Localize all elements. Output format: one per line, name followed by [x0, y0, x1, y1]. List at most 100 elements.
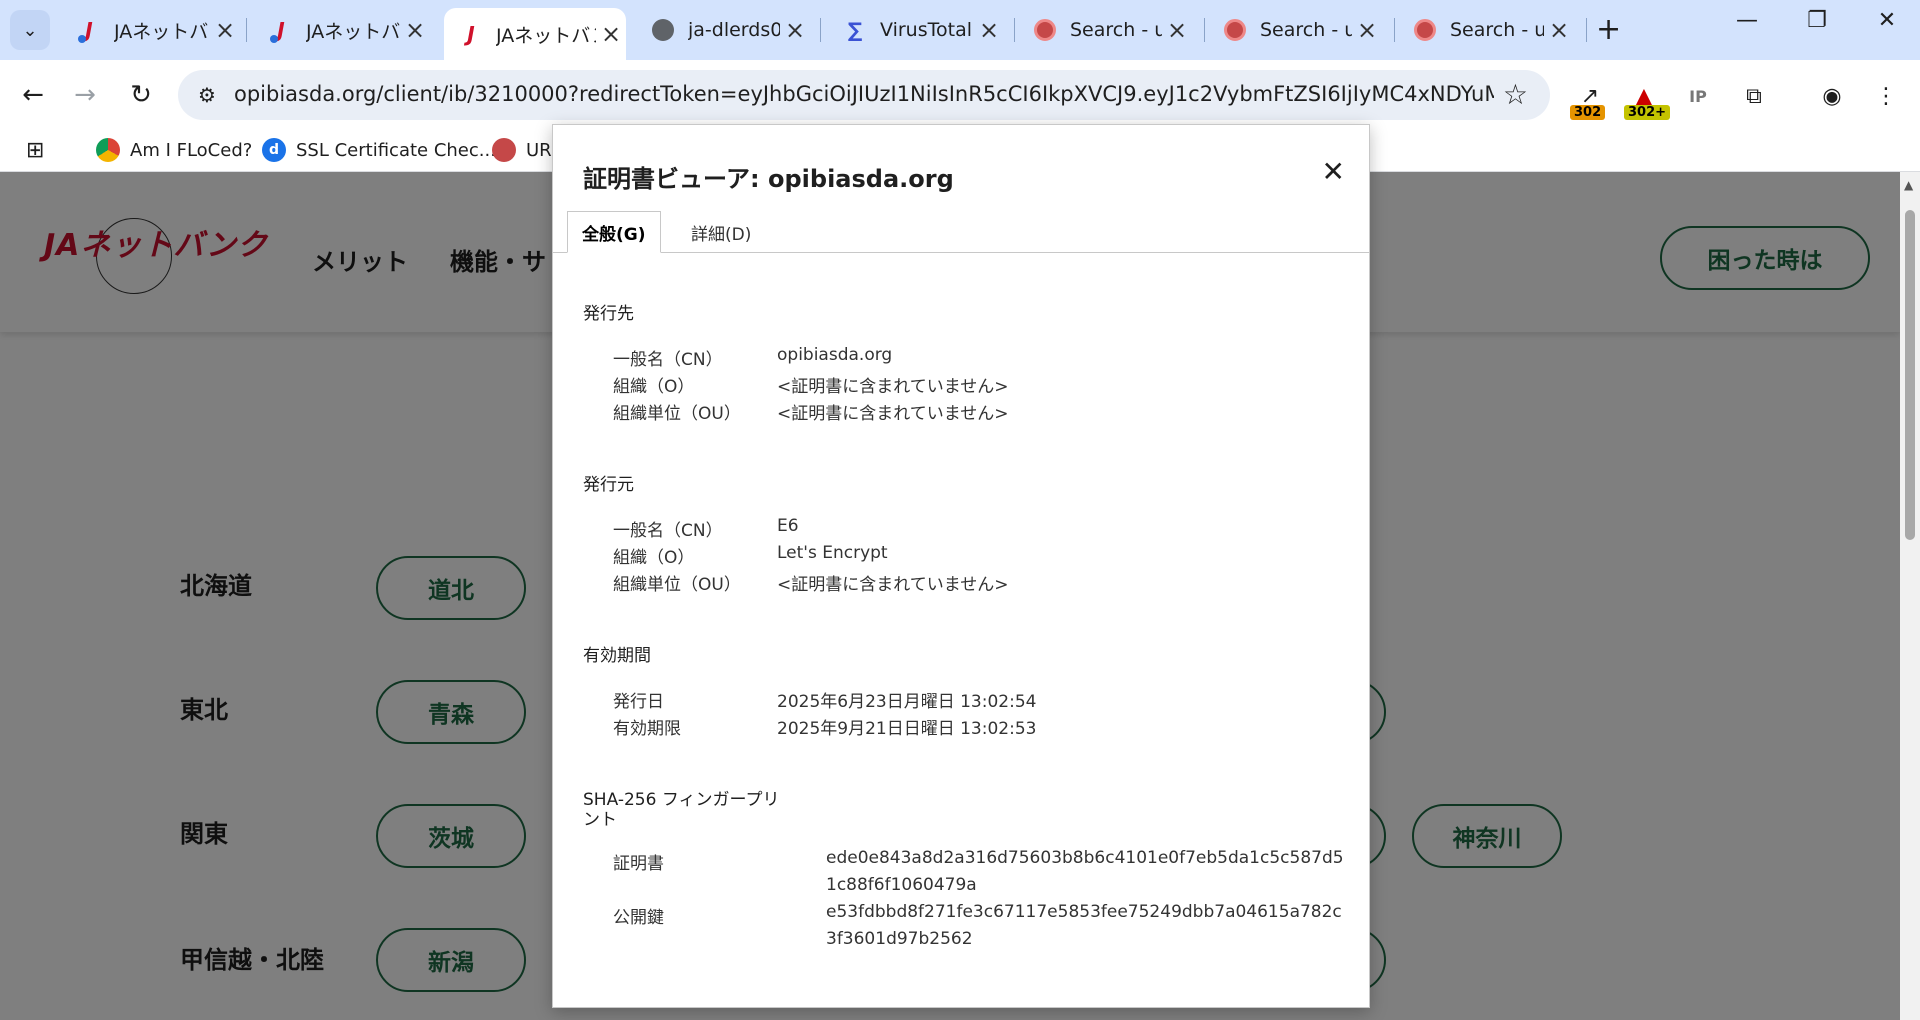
page-scrollbar[interactable]: ▲: [1900, 172, 1920, 1020]
field-label: 一般名（CN）: [613, 350, 723, 370]
issued-to-o: <証明書に含まれていません>: [777, 377, 1009, 397]
urlscan-icon: [1032, 17, 1058, 43]
extension-badge: 302+: [1624, 105, 1671, 120]
site-info-icon[interactable]: ⚙: [192, 80, 222, 110]
field-label: 組織（O）: [613, 377, 695, 397]
tab-6[interactable]: Search - ur ×: [1018, 10, 1192, 50]
field-label: 一般名（CN）: [613, 521, 723, 541]
redirect-extension-icon[interactable]: ▲ 302+: [1624, 76, 1671, 120]
chevron-down-icon: ⌄: [22, 19, 38, 41]
tab-separator: [1586, 18, 1587, 42]
tab-details[interactable]: 詳細(D): [677, 211, 765, 253]
bookmark-star-icon[interactable]: ☆: [1503, 78, 1528, 111]
tab-8[interactable]: Search - ur ×: [1398, 10, 1574, 50]
urlscan-icon: [1222, 17, 1248, 43]
digicert-icon: d: [262, 138, 286, 162]
scroll-up-icon[interactable]: ▲: [1904, 178, 1913, 192]
field-label: 組織単位（OU）: [613, 575, 741, 595]
expiry-date: 2025年9月21日日曜日 13:02:53: [777, 719, 1037, 739]
issued-to-cn: opibiasda.org: [777, 345, 893, 365]
tab-strip: ⌄ J JAネットバン × J JAネットバン × J JAネットバン × ja…: [0, 0, 1920, 60]
issued-to-heading: 発行先: [583, 304, 634, 324]
close-window-icon[interactable]: ✕: [1862, 8, 1912, 33]
restore-icon[interactable]: ❐: [1792, 8, 1842, 33]
tab-separator: [246, 18, 247, 42]
extension-badge: 302: [1570, 105, 1606, 120]
tab-title: JAネットバン: [114, 20, 210, 43]
dialog-tabs: 全般(G) 詳細(D): [553, 211, 1369, 253]
tab-title: Search - ur: [1070, 19, 1162, 41]
ip-extension-icon[interactable]: IP: [1678, 76, 1718, 116]
issued-date: 2025年6月23日月曜日 13:02:54: [777, 692, 1037, 712]
reload-icon[interactable]: ↻: [122, 76, 160, 114]
tab-1[interactable]: J JAネットバン ×: [62, 10, 240, 50]
close-tab-icon[interactable]: ×: [1352, 16, 1382, 44]
more-menu-icon[interactable]: ⋮: [1866, 76, 1906, 116]
tab-title: JAネットバン: [496, 24, 596, 47]
bookmark-label: SSL Certificate Chec...: [296, 139, 496, 161]
close-tab-icon[interactable]: ×: [210, 16, 240, 44]
fingerprint-heading-cont: ント: [583, 810, 617, 830]
tab-3-active[interactable]: J JAネットバン ×: [444, 8, 626, 60]
field-label: 組織（O）: [613, 548, 695, 568]
extensions-puzzle-icon[interactable]: ⧉: [1734, 76, 1774, 116]
redirect-extension-icon[interactable]: ↗ 302: [1570, 76, 1610, 120]
close-tab-icon[interactable]: ×: [1544, 16, 1574, 44]
close-tab-icon[interactable]: ×: [596, 20, 626, 48]
forward-icon[interactable]: →: [66, 76, 104, 114]
ja-favicon: J: [467, 22, 475, 46]
bookmark-am-i-floced[interactable]: Am I FLoCed?: [96, 138, 252, 162]
pubkey-fingerprint: e53fdbbd8f271fe3c67117e5853fee75249dbb7a…: [826, 902, 1342, 949]
tab-title: ja-dlerds0(: [688, 19, 780, 41]
back-icon[interactable]: ←: [14, 76, 52, 114]
tab-general[interactable]: 全般(G): [567, 211, 661, 253]
tab-separator: [820, 18, 821, 42]
tab-7[interactable]: Search - ur ×: [1208, 10, 1382, 50]
tab-title: Search - ur: [1450, 19, 1544, 41]
validity-heading: 有効期間: [583, 646, 651, 666]
tab-4[interactable]: ja-dlerds0( ×: [636, 10, 810, 50]
tab-title: JAネットバン: [306, 20, 400, 43]
dialog-title: 証明書ビューア: opibiasda.org: [583, 165, 954, 193]
url-text[interactable]: opibiasda.org/client/ib/3210000?redirect…: [234, 82, 1494, 106]
tab-separator: [1204, 18, 1205, 42]
close-tab-icon[interactable]: ×: [400, 16, 430, 44]
close-tab-icon[interactable]: ×: [1162, 16, 1192, 44]
tab-separator: [1014, 18, 1015, 42]
issued-to-ou: <証明書に含まれていません>: [777, 404, 1009, 424]
browser-toolbar: ← → ↻ ⚙ opibiasda.org/client/ib/3210000?…: [0, 60, 1920, 130]
field-label: 証明書: [613, 854, 664, 874]
field-label: 組織単位（OU）: [613, 404, 741, 424]
bookmark-ssl-checker[interactable]: d SSL Certificate Chec...: [262, 138, 496, 162]
field-label: 発行日: [613, 692, 664, 712]
urlscan-icon: [1412, 17, 1438, 43]
close-tab-icon[interactable]: ×: [974, 16, 1004, 44]
field-label: 公開鍵: [613, 908, 664, 928]
chrome-icon: [96, 138, 120, 162]
ja-favicon: J: [76, 17, 102, 43]
globe-icon: [650, 17, 676, 43]
tab-separator: [1394, 18, 1395, 42]
tab-title: VirusTotal -: [880, 19, 974, 41]
issued-by-heading: 発行元: [583, 475, 634, 495]
close-icon[interactable]: ✕: [1322, 155, 1345, 188]
scroll-thumb[interactable]: [1905, 210, 1915, 540]
tab-2[interactable]: J JAネットバン ×: [254, 10, 430, 50]
profile-icon[interactable]: ◉: [1812, 76, 1852, 116]
certificate-viewer-dialog: 証明書ビューア: opibiasda.org ✕ 全般(G) 詳細(D) 発行先…: [552, 124, 1370, 1008]
virustotal-icon: ∑: [847, 18, 863, 42]
close-tab-icon[interactable]: ×: [780, 16, 810, 44]
minimize-icon[interactable]: —: [1722, 8, 1772, 33]
bookmark-label: Am I FLoCed?: [130, 139, 253, 161]
new-tab-icon[interactable]: +: [1596, 12, 1621, 47]
issued-by-cn: E6: [777, 516, 799, 536]
tab-5[interactable]: ∑ VirusTotal - ×: [828, 10, 1004, 50]
issued-by-o: Let's Encrypt: [777, 543, 888, 563]
cert-fingerprint: ede0e843a8d2a316d75603b8b6c4101e0f7eb5da…: [826, 848, 1344, 895]
field-label: 有効期限: [613, 719, 681, 739]
apps-grid-icon[interactable]: ⊞: [26, 138, 44, 163]
urlscan-icon: [492, 138, 516, 162]
issued-by-ou: <証明書に含まれていません>: [777, 575, 1009, 595]
tab-search-button[interactable]: ⌄: [10, 10, 50, 50]
address-bar[interactable]: ⚙ opibiasda.org/client/ib/3210000?redire…: [178, 70, 1550, 120]
